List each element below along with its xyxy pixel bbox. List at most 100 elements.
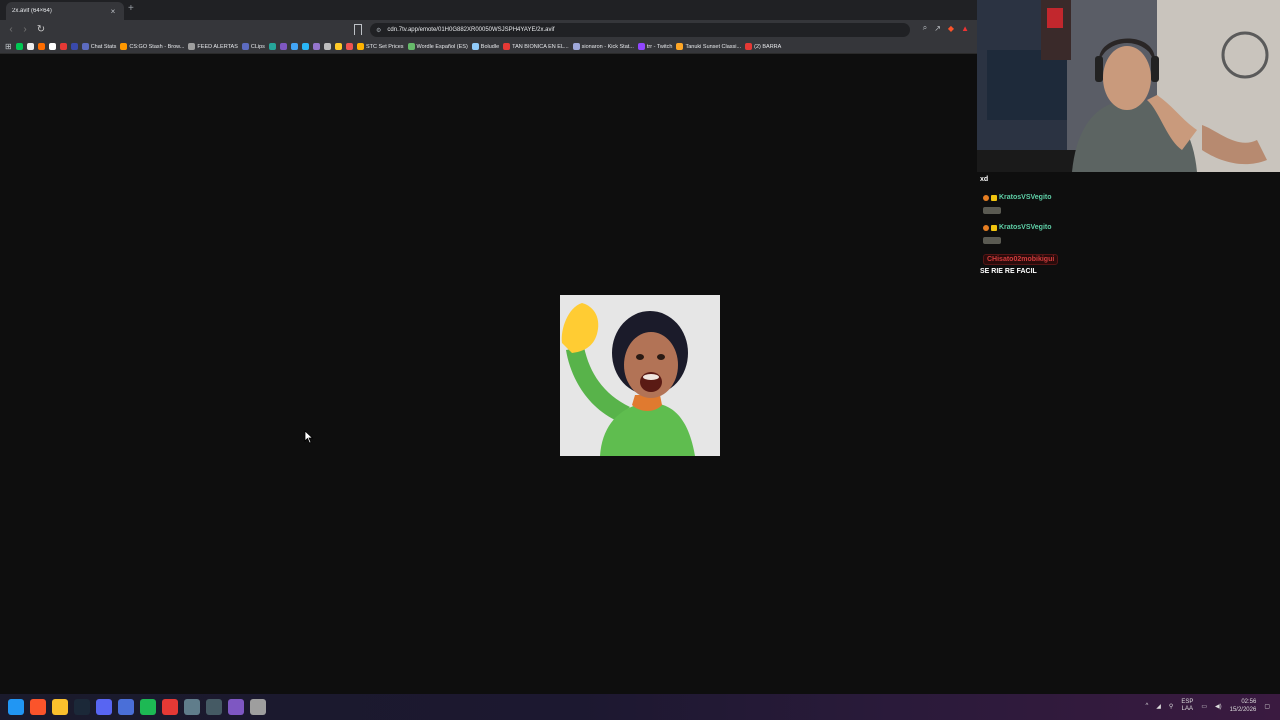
bookmark-label: (2) BARRA — [754, 43, 782, 50]
language-code: ESP — [1181, 699, 1194, 705]
bookmark-item[interactable]: trr - Twitch — [637, 43, 673, 50]
system-tray: ^ ◢ ⚲ ESP LAA ▭ ◀) 02:56 15/2/2026 ▢ — [1145, 698, 1270, 714]
language-layout: LAA — [1181, 706, 1193, 712]
bookmark-label: FEED ALERTAS — [197, 43, 238, 50]
brave-shields-icon[interactable]: ◆ — [948, 24, 954, 33]
bookmark-label: STC Set Prices — [365, 43, 404, 50]
bookmark-favicon-icon — [290, 43, 298, 50]
steam-icon[interactable] — [74, 699, 90, 715]
bookmark-item[interactable]: FEED ALERTAS — [188, 43, 238, 50]
pin-icon[interactable]: ⚲ — [1169, 703, 1173, 710]
bookmark-item[interactable]: (2) BARRA — [745, 43, 781, 50]
tab-title: 2x.avif (64×64) — [12, 8, 52, 14]
chevron-up-icon[interactable]: ^ — [1145, 703, 1148, 709]
bookmark-item[interactable] — [345, 43, 353, 50]
bookmark-favicon-icon — [471, 43, 479, 50]
stream-chat: xd KratosVSVegito KratosVSVegito CHisato… — [977, 172, 1280, 282]
bookmark-item[interactable] — [312, 43, 320, 50]
bookmark-item[interactable] — [268, 43, 276, 50]
bookmark-favicon-icon — [268, 43, 276, 50]
share-icon[interactable]: ↗ — [934, 24, 941, 33]
bookmark-favicon-icon — [312, 43, 320, 50]
bookmark-item[interactable]: Wordle Español (ES) — [407, 43, 468, 50]
settings-icon[interactable] — [250, 699, 266, 715]
bookmark-favicon-icon — [26, 43, 34, 50]
bookmark-favicon-icon — [241, 43, 249, 50]
tab-active[interactable]: 2x.avif (64×64) × — [6, 2, 124, 20]
bookmark-label: CS:GO Stash - Brow... — [129, 43, 185, 50]
chat-emote-icon — [983, 237, 1001, 244]
bookmark-favicon-icon — [37, 43, 45, 50]
clock[interactable]: 02:56 15/2/2026 — [1230, 698, 1257, 714]
monitor-icon[interactable]: ▭ — [1201, 703, 1207, 710]
bookmark-item[interactable] — [48, 43, 56, 50]
bookmark-favicon-icon — [279, 43, 287, 50]
close-icon[interactable]: × — [108, 7, 118, 16]
explorer-icon[interactable] — [52, 699, 68, 715]
chat-username-text: KratosVSVegito — [999, 194, 1052, 201]
bookmark-item[interactable]: CS:GO Stash - Brow... — [120, 43, 184, 50]
bookmark-item[interactable] — [323, 43, 331, 50]
forward-icon[interactable]: › — [19, 24, 31, 36]
bookmark-item[interactable]: STC Set Prices — [356, 43, 404, 50]
bookmark-item[interactable] — [26, 43, 34, 50]
new-tab-button[interactable]: + — [128, 3, 134, 14]
bookmark-favicon-icon — [572, 43, 580, 50]
address-bar[interactable]: ⚙ cdn.7tv.app/emote/01H0G882XR00050WSJSP… — [370, 23, 910, 37]
chat-message: SE RIE RE FACIL — [980, 268, 1037, 275]
chat-username: KratosVSVegito — [983, 224, 1052, 231]
bookmark-item[interactable] — [279, 43, 287, 50]
app-red-icon[interactable] — [162, 699, 178, 715]
network-icon[interactable]: ◢ — [1156, 703, 1161, 710]
bookmark-favicon-icon — [407, 43, 415, 50]
bookmark-favicon-icon — [637, 43, 645, 50]
app-gear-icon[interactable] — [184, 699, 200, 715]
toolbar-actions: ⌕ ↗ ◆ ▲ — [923, 23, 969, 33]
badge-icon — [983, 194, 989, 201]
app-purple-icon[interactable] — [228, 699, 244, 715]
brave-icon[interactable] — [30, 699, 46, 715]
language-indicator[interactable]: ESP LAA — [1181, 699, 1193, 713]
notifications-icon[interactable]: ▢ — [1264, 703, 1270, 710]
webcam-feed — [977, 0, 1280, 172]
site-info-icon[interactable]: ⚙ — [376, 27, 381, 34]
bookmark-item[interactable]: sionaron - Kick Stat... — [572, 43, 634, 50]
bookmark-item[interactable] — [290, 43, 298, 50]
app-blue-icon[interactable] — [118, 699, 134, 715]
bookmark-item[interactable]: Boludle — [471, 43, 499, 50]
back-icon[interactable]: ‹ — [5, 24, 17, 36]
bookmarks-bar: ⊞ Chat Stats CS:GO Stash - Brow... FEED AL… — [0, 40, 977, 54]
bookmark-favicon-icon — [15, 43, 23, 50]
bookmark-item[interactable]: Chat Stats — [81, 43, 116, 50]
brave-rewards-icon[interactable]: ▲ — [961, 24, 969, 33]
bookmark-label: trr - Twitch — [646, 43, 673, 50]
zoom-icon[interactable]: ⌕ — [923, 23, 927, 33]
bookmark-label: Wordle Español (ES) — [416, 43, 468, 50]
bookmark-item[interactable]: CLips — [241, 43, 265, 50]
bookmark-item[interactable] — [70, 43, 78, 50]
badge-icon — [983, 224, 989, 231]
volume-icon[interactable]: ◀) — [1215, 703, 1222, 710]
bookmark-favicon-icon — [323, 43, 331, 50]
address-text: cdn.7tv.app/emote/01H0G882XR00050WSJSPH4… — [387, 27, 555, 33]
bookmark-item[interactable] — [15, 43, 23, 50]
bookmark-item[interactable] — [301, 43, 309, 50]
chat-username-text: CHisato02mobikigui — [983, 254, 1059, 265]
bookmark-favicon-icon — [59, 43, 67, 50]
bookmark-item[interactable]: TAN BIONICA EN EL... — [503, 43, 569, 50]
bookmark-item[interactable] — [59, 43, 67, 50]
bookmark-item[interactable] — [334, 43, 342, 50]
badge-icon — [991, 194, 997, 201]
apps-grid-icon[interactable]: ⊞ — [5, 42, 12, 51]
discord-icon[interactable] — [96, 699, 112, 715]
app-grid-icon[interactable] — [206, 699, 222, 715]
reload-icon[interactable]: ↻ — [35, 24, 47, 36]
spotify-icon[interactable] — [140, 699, 156, 715]
windows-icon[interactable] — [8, 699, 24, 715]
bookmark-item[interactable] — [37, 43, 45, 50]
bookmark-item[interactable]: Tanuki Sunset Classi... — [676, 43, 741, 50]
emote-image — [560, 295, 720, 456]
bookmark-label: CLips — [250, 43, 265, 50]
bookmark-favicon-icon — [120, 43, 128, 50]
bookmark-page-icon[interactable] — [354, 24, 362, 35]
